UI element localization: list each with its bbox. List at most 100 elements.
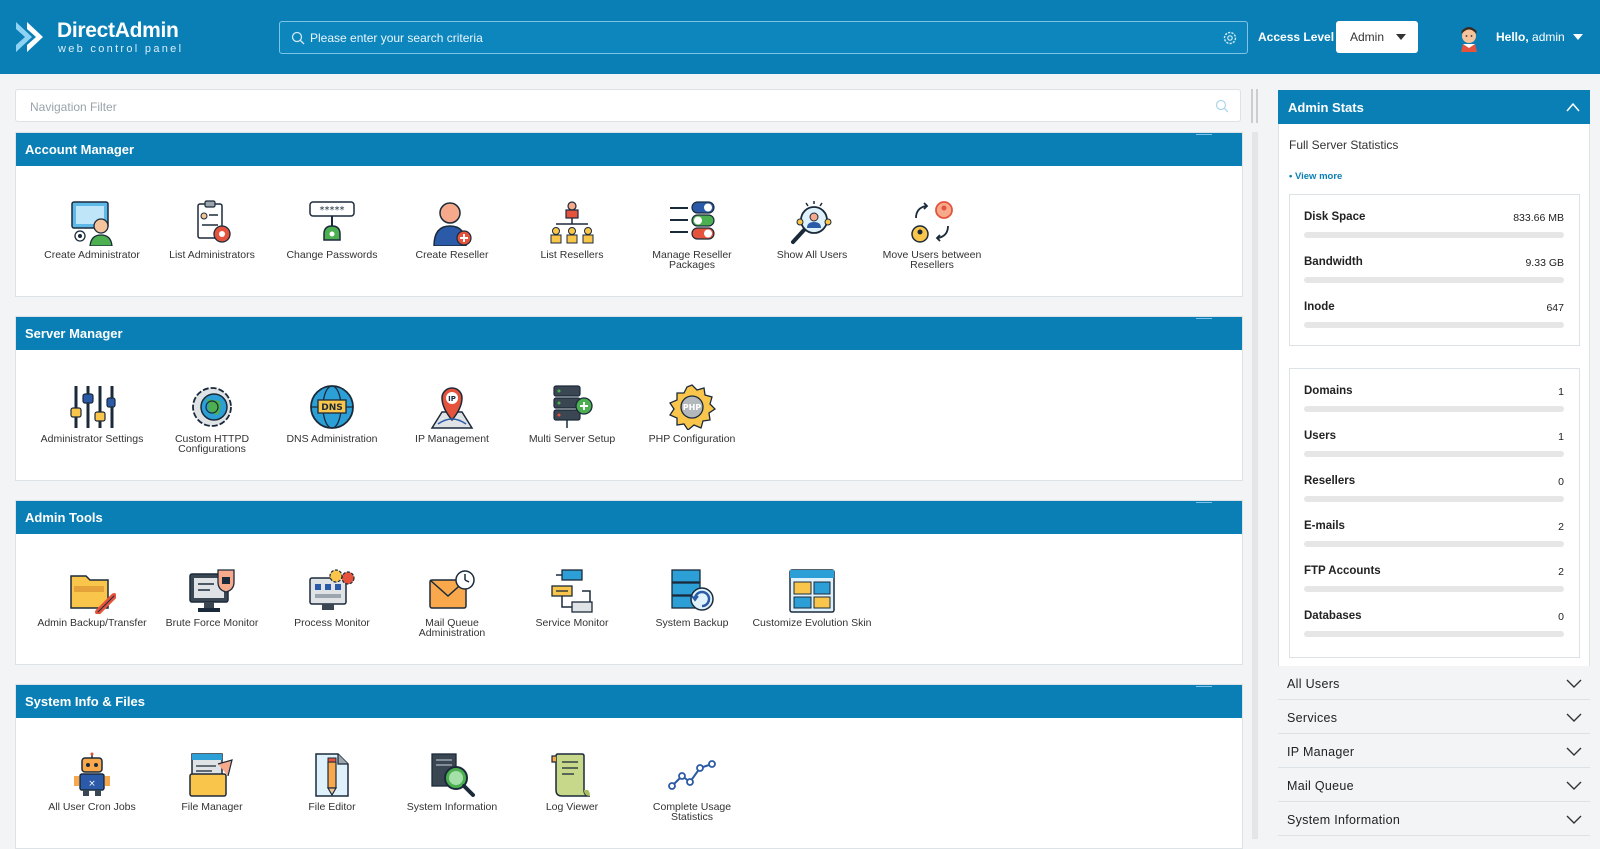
resource-usage-card: Disk Space 833.66 MB Bandwidth 9.33 GB I… bbox=[1289, 194, 1580, 346]
stat-value: 2 bbox=[1558, 521, 1564, 533]
item-file-manager[interactable]: File Manager bbox=[152, 752, 272, 812]
svg-text:×: × bbox=[88, 779, 96, 789]
item-label: Multi Server Setup bbox=[528, 433, 616, 445]
accordion-system-information[interactable]: System Information bbox=[1278, 802, 1590, 836]
item-system-information[interactable]: System Information bbox=[392, 752, 512, 812]
search-settings-gear-icon[interactable] bbox=[1221, 29, 1239, 47]
accordion-ip-manager[interactable]: IP Manager bbox=[1278, 734, 1590, 768]
log-viewer-icon bbox=[551, 753, 591, 797]
access-level-dropdown[interactable]: Admin bbox=[1336, 21, 1418, 53]
section-title: Server Manager bbox=[25, 326, 123, 341]
item-customize-skin[interactable]: Customize Evolution Skin bbox=[752, 568, 872, 628]
accordion-all-users[interactable]: All Users bbox=[1278, 666, 1590, 700]
item-process-monitor[interactable]: Process Monitor bbox=[272, 568, 392, 628]
logo-subtitle: web control panel bbox=[58, 43, 184, 55]
header-divider bbox=[1196, 686, 1212, 687]
stat-progress-bar bbox=[1304, 541, 1564, 547]
item-label: Admin Backup/Transfer bbox=[37, 617, 147, 629]
svg-text:IP: IP bbox=[448, 395, 456, 403]
item-label: Log Viewer bbox=[545, 801, 599, 813]
stat-domains: Domains 1 bbox=[1304, 385, 1564, 415]
item-change-passwords[interactable]: ***** Change Passwords bbox=[272, 200, 392, 260]
item-label: Administrator Settings bbox=[40, 433, 144, 445]
admin-stats-header[interactable]: Admin Stats bbox=[1278, 90, 1590, 124]
item-move-users[interactable]: Move Users between Resellers bbox=[872, 200, 992, 270]
section-server-manager: Server Manager Administrator Settings Cu… bbox=[15, 316, 1243, 481]
move-users-icon bbox=[911, 201, 953, 243]
stat-bandwidth: Bandwidth 9.33 GB bbox=[1304, 256, 1564, 286]
accordion-services[interactable]: Services bbox=[1278, 700, 1590, 734]
item-usage-statistics[interactable]: Complete Usage Statistics bbox=[632, 752, 752, 822]
stat-progress-bar bbox=[1304, 631, 1564, 637]
item-list-resellers[interactable]: List Resellers bbox=[512, 200, 632, 260]
multi-server-setup-icon bbox=[553, 385, 593, 428]
section-account-manager: Account Manager Create Administrator Lis… bbox=[15, 132, 1243, 297]
item-mail-queue[interactable]: Mail Queue Administration bbox=[392, 568, 512, 638]
greeting-username: admin bbox=[1532, 30, 1565, 44]
item-php-configuration[interactable]: PHP PHP Configuration bbox=[632, 384, 752, 444]
directadmin-logo[interactable]: DirectAdmin web control panel bbox=[14, 18, 194, 58]
item-label: Move Users between Resellers bbox=[882, 249, 982, 271]
item-administrator-settings[interactable]: Administrator Settings bbox=[32, 384, 152, 444]
stat-label: Domains bbox=[1304, 385, 1353, 397]
item-dns-administration[interactable]: DNS DNS Administration bbox=[272, 384, 392, 444]
item-ip-management[interactable]: IP IP Management bbox=[392, 384, 512, 444]
list-resellers-icon bbox=[550, 201, 594, 244]
resize-handle[interactable] bbox=[1256, 89, 1258, 123]
stat-value: 647 bbox=[1546, 302, 1564, 314]
item-label: Complete Usage Statistics bbox=[652, 801, 732, 823]
change-passwords-icon: ***** bbox=[309, 201, 355, 241]
admin-stats-title: Admin Stats bbox=[1288, 100, 1364, 115]
stat-progress-bar bbox=[1304, 277, 1564, 283]
resize-handle[interactable] bbox=[1251, 89, 1253, 123]
user-avatar-icon[interactable] bbox=[1456, 24, 1482, 52]
user-greeting[interactable]: Hello, admin bbox=[1496, 30, 1565, 44]
stat-value: 9.33 GB bbox=[1525, 257, 1564, 269]
view-more-link[interactable]: • View more bbox=[1289, 171, 1342, 182]
item-admin-backup[interactable]: Admin Backup/Transfer bbox=[32, 568, 152, 628]
customize-skin-icon bbox=[789, 569, 835, 613]
item-show-all-users[interactable]: Show All Users bbox=[752, 200, 872, 260]
item-custom-httpd[interactable]: Custom HTTPD Configurations bbox=[152, 384, 272, 454]
stat-label: Inode bbox=[1304, 301, 1335, 313]
global-search-input[interactable]: Please enter your search criteria bbox=[279, 21, 1248, 54]
item-multi-server-setup[interactable]: Multi Server Setup bbox=[512, 384, 632, 444]
chevron-down-icon bbox=[1566, 679, 1582, 688]
item-label: System Backup bbox=[655, 617, 729, 629]
accordion-mail-queue[interactable]: Mail Queue bbox=[1278, 768, 1590, 802]
item-list-administrators[interactable]: List Administrators bbox=[152, 200, 272, 260]
section-header[interactable]: Admin Tools bbox=[16, 501, 1242, 534]
item-brute-force-monitor[interactable]: Brute Force Monitor bbox=[152, 568, 272, 628]
stat-label: FTP Accounts bbox=[1304, 565, 1381, 577]
chevron-up-icon[interactable] bbox=[1566, 102, 1580, 112]
stat-progress-bar bbox=[1304, 451, 1564, 457]
item-log-viewer[interactable]: Log Viewer bbox=[512, 752, 632, 812]
main-scrollbar[interactable] bbox=[1252, 132, 1258, 839]
section-header[interactable]: Account Manager bbox=[16, 133, 1242, 166]
stat-value: 0 bbox=[1558, 476, 1564, 488]
account-counts-card: Domains 1 Users 1 Resellers 0 E-mails 2 … bbox=[1289, 368, 1580, 658]
item-create-administrator[interactable]: Create Administrator bbox=[32, 200, 152, 260]
item-create-reseller[interactable]: Create Reseller bbox=[392, 200, 512, 260]
stat-value: 0 bbox=[1558, 611, 1564, 623]
user-menu-caret-icon[interactable] bbox=[1573, 34, 1583, 40]
item-label: All User Cron Jobs bbox=[48, 801, 136, 813]
section-header[interactable]: Server Manager bbox=[16, 317, 1242, 350]
accordion-label: Services bbox=[1287, 711, 1338, 725]
section-system-info-files: System Info & Files × All User Cron Jobs… bbox=[15, 684, 1243, 849]
item-service-monitor[interactable]: Service Monitor bbox=[512, 568, 632, 628]
caret-down-icon bbox=[1396, 34, 1406, 40]
item-label: Change Passwords bbox=[286, 249, 378, 261]
item-system-backup[interactable]: System Backup bbox=[632, 568, 752, 628]
item-cron-jobs[interactable]: × All User Cron Jobs bbox=[32, 752, 152, 812]
usage-statistics-icon bbox=[668, 760, 716, 790]
item-file-editor[interactable]: File Editor bbox=[272, 752, 392, 812]
item-label: Customize Evolution Skin bbox=[752, 617, 872, 629]
item-label: List Resellers bbox=[540, 249, 604, 261]
stat-progress-bar bbox=[1304, 232, 1564, 238]
top-bar: DirectAdmin web control panel Please ent… bbox=[0, 0, 1600, 74]
item-manage-reseller-packages[interactable]: Manage Reseller Packages bbox=[632, 200, 752, 270]
custom-httpd-icon bbox=[192, 387, 232, 427]
navigation-filter-input[interactable]: Navigation Filter bbox=[15, 89, 1241, 122]
section-header[interactable]: System Info & Files bbox=[16, 685, 1242, 718]
